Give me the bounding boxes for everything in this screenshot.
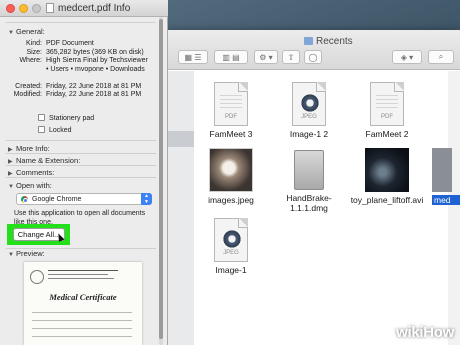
finder-title: Recents [316,36,353,47]
disk-image-icon [294,150,324,190]
section-preview[interactable]: ▼ Preview: [8,249,45,258]
field-value: PDF Document [46,40,94,47]
section-comments[interactable]: ▶ Comments: [8,168,54,177]
open-with-select[interactable]: Google Chrome ▲ ▼ [16,193,152,205]
seal-icon [30,270,44,284]
search-field[interactable]: ⌕ [428,50,454,64]
selected-file-name: med [432,195,460,205]
file-name: Image-1 2 [289,129,329,139]
sidebar-selected-item[interactable] [168,131,194,147]
view-mode-button[interactable]: ▦ ☰ [178,50,208,64]
file-item[interactable]: toy_plane_liftoff.avi [350,148,424,205]
divider [6,177,156,178]
preview-title: Medical Certificate [49,292,117,302]
file-item-partial[interactable]: med [432,148,460,205]
disclosure-open-icon: ▼ [8,184,14,190]
section-name-extension[interactable]: ▶ Name & Extension: [8,156,80,165]
file-name: HandBrake-1.1.1.dmg [286,193,332,213]
disclosure-closed-icon: ▶ [8,159,13,165]
field-key: Size: [26,48,42,56]
gear-action-button[interactable]: ⚙ ▾ [254,50,278,64]
file-name: images.jpeg [208,195,254,205]
field-key: Kind: [26,40,42,47]
locked-checkbox[interactable]: Locked [38,126,72,134]
close-icon[interactable] [6,4,15,13]
minimize-icon[interactable] [19,4,28,13]
jpeg-document-icon: JPEG [214,218,248,262]
finder-toolbar: Recents ▦ ☰ ▥ ▤ ⚙ ▾ ⇧ ◯ ◈ ▾ ⌕ [168,30,460,70]
chevron-updown-icon: ▲ ▼ [141,193,152,205]
zoom-icon[interactable] [32,4,41,13]
file-item[interactable]: JPEG Image-1 [194,218,268,275]
info-titlebar: medcert.pdf Info [0,0,168,17]
wikihow-watermark: wikiHow [396,324,454,341]
disclosure-open-icon: ▼ [8,30,14,36]
file-item[interactable]: JPEG Image-1 2 [272,82,346,139]
info-window: medcert.pdf Info ▼ General: Kind: PDF Doc… [0,0,168,345]
divider [6,140,156,141]
file-thumbnail [432,148,452,192]
finder-sidebar [168,71,194,345]
file-name: Image-1 [215,265,247,275]
dropbox-button[interactable]: ◈ ▾ [392,50,422,64]
section-more-info[interactable]: ▶ More Info: [8,144,50,153]
field-value: Friday, 22 June 2018 at 81 PM [46,82,142,90]
column-view-button[interactable]: ▥ ▤ [214,50,248,64]
pdf-file-icon [46,3,54,13]
general-fields: Kind: PDF Document Size: 365,282 bytes (… [0,40,160,100]
document-preview: Medical Certificate [24,262,142,345]
tag-button[interactable]: ◯ [304,50,322,64]
info-title: medcert.pdf Info [58,3,131,14]
field-value: Friday, 22 June 2018 at 81 PM [46,91,142,98]
chrome-icon [21,196,28,203]
file-name: FamMeet 3 [209,129,253,139]
desktop: Recents ▦ ☰ ▥ ▤ ⚙ ▾ ⇧ ◯ ◈ ▾ ⌕ PDF FamMee… [0,0,460,345]
video-thumbnail [365,148,409,192]
file-item[interactable]: HandBrake-1.1.1.dmg [272,148,346,213]
stationery-pad-checkbox[interactable]: Stationery pad [38,114,94,122]
disclosure-closed-icon: ▶ [8,147,13,153]
field-key: Where: [19,57,42,64]
section-general[interactable]: ▼ General: [8,27,45,36]
preview-body-text [32,308,132,342]
jpeg-document-icon: JPEG [292,82,326,126]
file-name: toy_plane_liftoff.avi [350,195,424,205]
finder-window: Recents ▦ ☰ ▥ ▤ ⚙ ▾ ⇧ ◯ ◈ ▾ ⌕ PDF FamMee… [168,30,460,345]
finder-scrollbar[interactable] [448,71,460,345]
section-open-with[interactable]: ▼ Open with: [8,181,52,190]
divider [6,153,156,154]
pdf-document-icon: PDF [370,82,404,126]
disclosure-open-icon: ▼ [8,252,14,258]
field-value: 365,282 bytes (369 KB on disk) [46,48,144,56]
field-key: Created: [15,82,42,90]
recents-icon [304,37,313,45]
cat-photo-thumbnail [209,148,253,192]
share-button[interactable]: ⇧ [282,50,300,64]
selected-app: Google Chrome [32,195,82,203]
info-scrollbar[interactable] [158,17,164,345]
disclosure-closed-icon: ▶ [8,171,13,177]
field-key: Modified: [13,91,42,98]
file-name: FamMeet 2 [365,129,409,139]
file-item[interactable]: images.jpeg [194,148,268,205]
pdf-document-icon: PDF [214,82,248,126]
field-value: High Sierra Final by Techsviewer • Users… [46,57,148,73]
divider [6,22,156,23]
divider [6,165,156,166]
file-item[interactable]: PDF FamMeet 2 [350,82,424,139]
file-item[interactable]: PDF FamMeet 3 [194,82,268,139]
